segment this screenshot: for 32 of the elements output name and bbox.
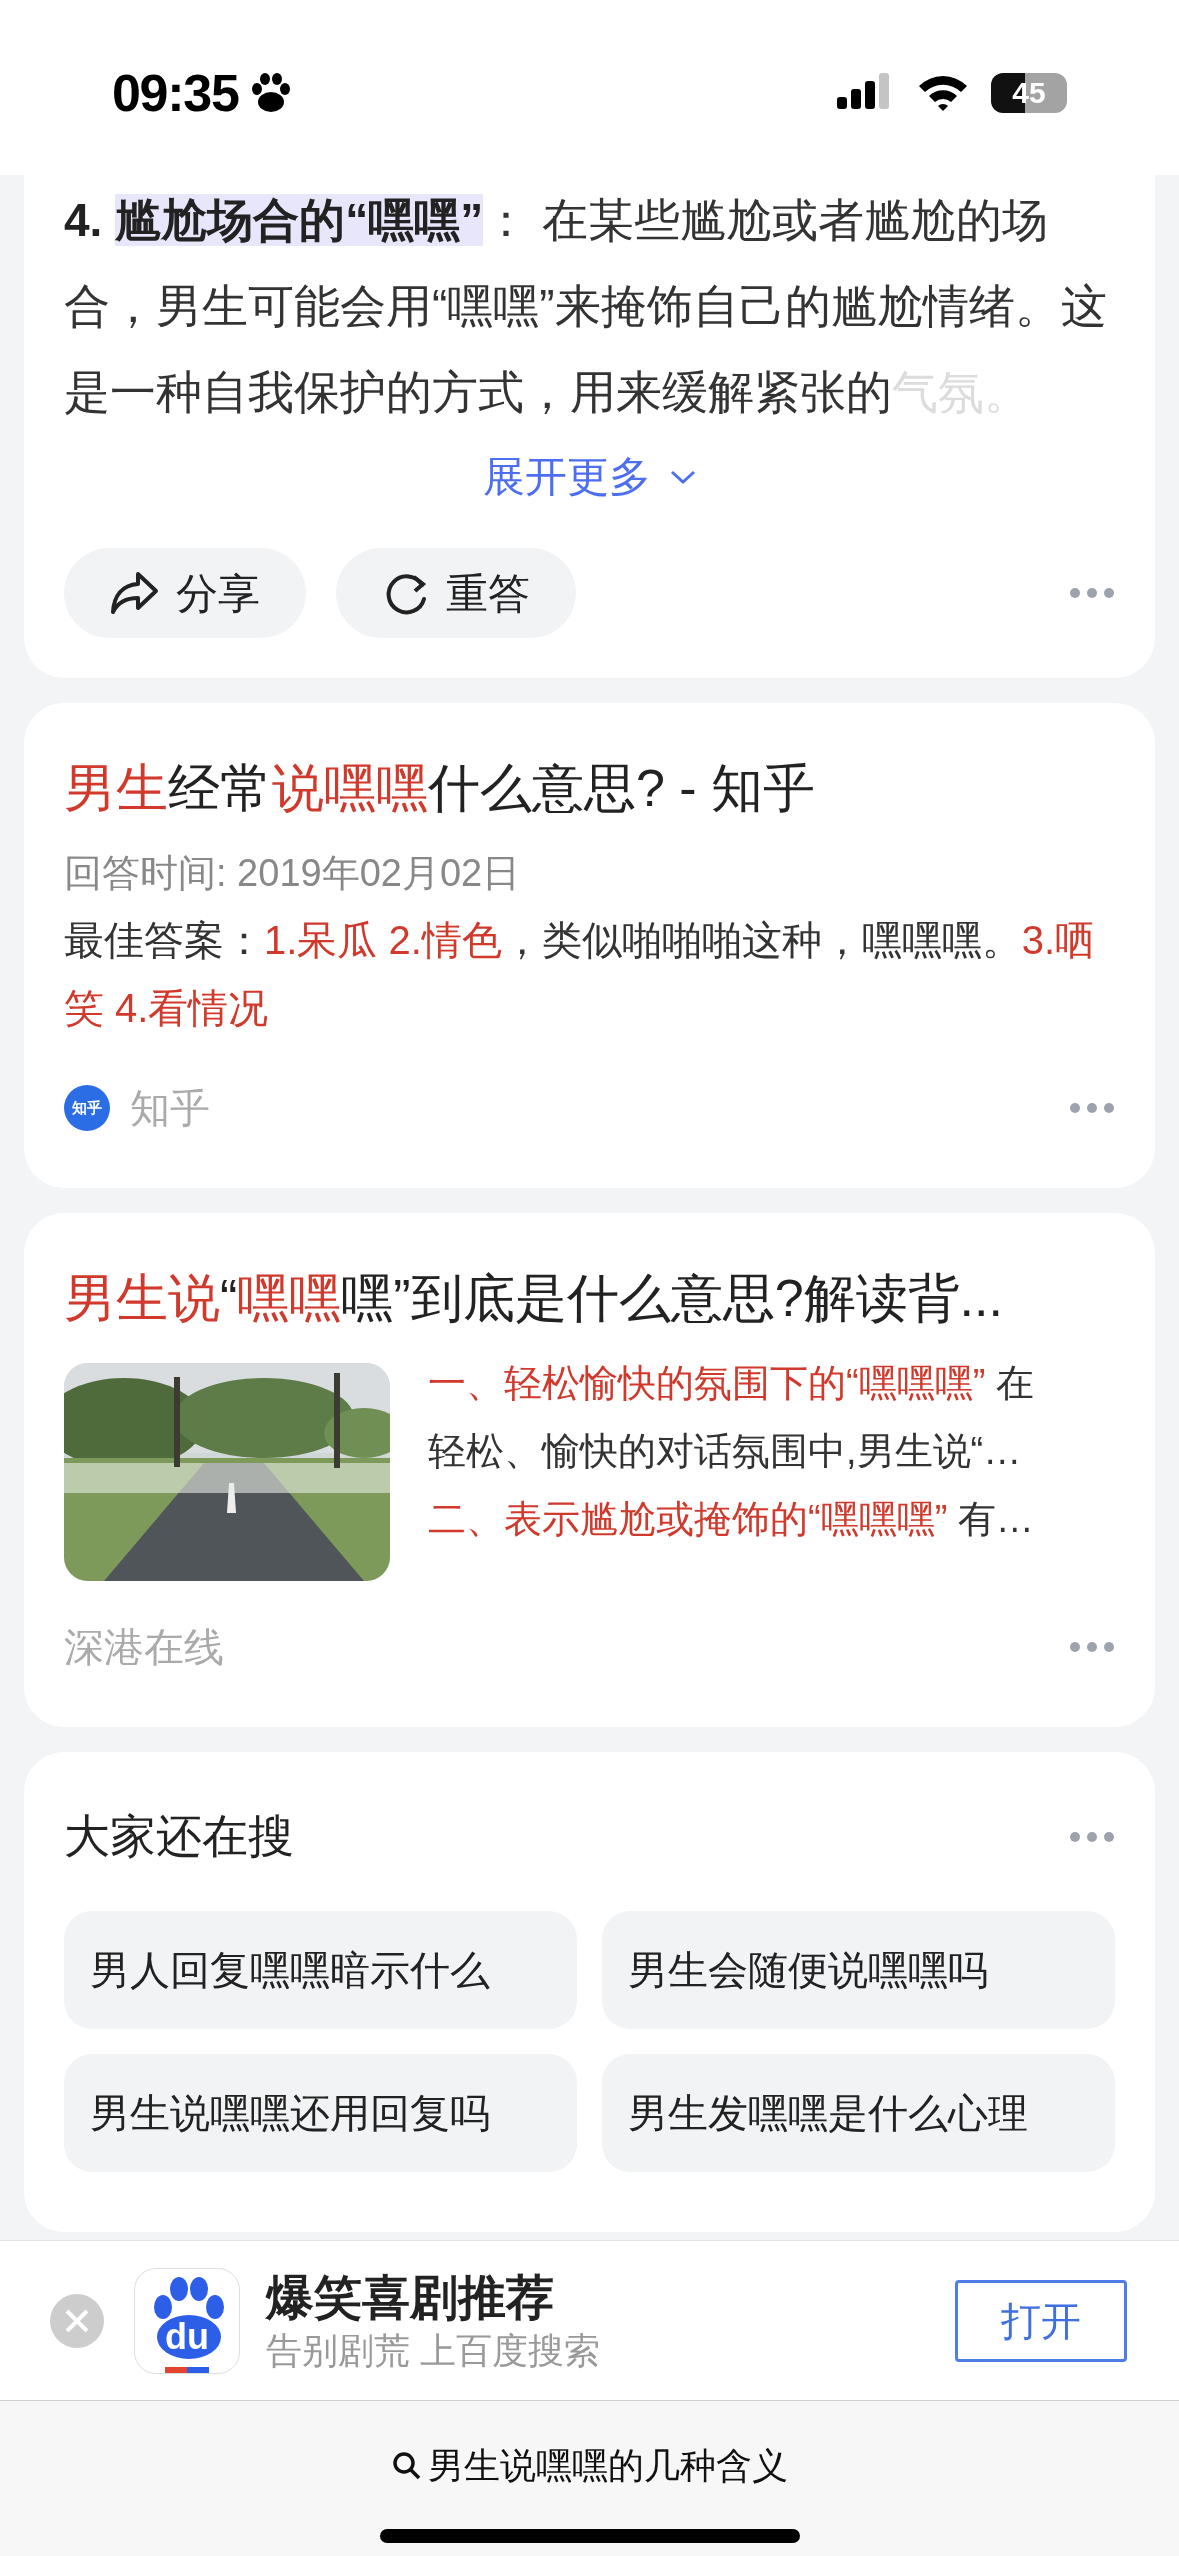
share-button[interactable]: 分享 [64,548,306,638]
related-search-chip[interactable]: 男生发嘿嘿是什么心理 [602,2054,1115,2172]
expand-more-link[interactable]: 展开更多 [482,445,697,508]
source-name: 知乎 [130,1085,210,1132]
app-banner-title: 爆笑喜剧推荐 [266,2269,555,2326]
wifi-icon [917,73,969,112]
app-logo: du [134,2267,240,2374]
search-icon [391,2451,422,2481]
related-search-chip[interactable]: 男生会随便说嘿嘿吗 [602,1911,1115,2029]
more-icon[interactable] [1069,587,1115,599]
more-icon[interactable] [1069,1102,1115,1114]
close-icon[interactable] [50,2293,104,2348]
result-title[interactable]: 男生说“嘿嘿嘿”到底是什么意思?解读背... [64,1263,1115,1333]
share-icon [110,570,160,616]
source-logo: 知乎 [64,1085,110,1131]
status-time: 09:35 [112,62,239,124]
answer-date: 回答时间: 2019年02月02日 [64,851,522,896]
more-icon[interactable] [1069,1641,1115,1653]
more-icon[interactable] [1069,1830,1115,1843]
retry-button[interactable]: 重答 [336,548,576,638]
snippet-line: 二、表示尴尬或掩饰的“嘿嘿嘿” 有… [428,1497,1034,1542]
open-app-button[interactable]: 打开 [955,2279,1127,2362]
app-banner-subtitle: 告别剧荒 上百度搜索 [266,2328,600,2373]
result-title[interactable]: 男生经常说嘿嘿什么意思? - 知乎 [64,753,1115,823]
source-name: 深港在线 [64,1624,224,1671]
related-search-chip[interactable]: 男生说嘿嘿还用回复吗 [64,2054,577,2172]
address-bar[interactable]: 男生说嘿嘿的几种含义 [391,2439,788,2493]
related-search-chip[interactable]: 男人回复嘿嘿暗示什么 [64,1911,577,2029]
snippet-line: 轻松、愉快的对话氛围中,男生说“… [428,1429,1023,1474]
result-snippet: 最佳答案：1.呆瓜 2.情色，类似啪啪啪这种，嘿嘿嘿。3.哂笑 4.看情况 [64,917,1097,1032]
snippet-line: 一、轻松愉快的氛围下的“嘿嘿嘿” 在 [428,1361,1034,1406]
section-title: 大家还在搜 [64,1809,294,1864]
